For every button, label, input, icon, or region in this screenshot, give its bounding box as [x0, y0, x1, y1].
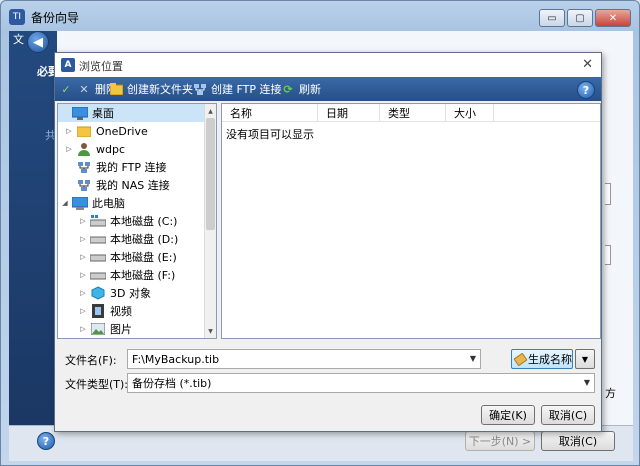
help-icon[interactable]: ?	[577, 81, 595, 99]
file-type-label: 文件类型(T):	[65, 378, 129, 391]
expand-icon[interactable]: ▷	[78, 289, 88, 297]
expand-icon[interactable]: ▷	[78, 325, 88, 333]
tree-item-wdpc[interactable]: ▷ wdpc	[58, 140, 125, 158]
wizard-cancel-button[interactable]: 取消(C)	[541, 431, 615, 451]
dialog-close-icon[interactable]: ✕	[582, 57, 593, 72]
tree-item-drive-c[interactable]: ▷ 本地磁盘 (C:)	[58, 212, 177, 230]
scroll-thumb[interactable]	[206, 118, 215, 230]
app-icon: TI	[9, 9, 25, 25]
drive-icon	[90, 214, 106, 228]
computer-icon	[72, 196, 88, 210]
tree-item-drive-d[interactable]: ▷ 本地磁盘 (D:)	[58, 230, 178, 248]
folder-icon	[109, 82, 123, 96]
refresh-button[interactable]: ⟳ 刷新	[281, 81, 321, 97]
tree-item-nas[interactable]: 我的 NAS 连接	[58, 176, 170, 194]
minimize-button[interactable]: ▭	[539, 9, 565, 27]
close-button[interactable]: ✕	[595, 9, 631, 27]
folder-icon	[76, 124, 92, 138]
app-icon: A	[61, 58, 75, 72]
network-icon	[193, 82, 207, 96]
expand-icon[interactable]: ▷	[78, 271, 88, 279]
folder-tree[interactable]: 桌面 ▷ OneDrive ▷ wdpc 我的 FTP 连接 我的 NAS 连接…	[57, 103, 217, 339]
expand-icon[interactable]: ▷	[64, 145, 74, 153]
column-name[interactable]: 名称	[222, 104, 318, 122]
ok-button[interactable]: 确定(K)	[481, 405, 535, 425]
network-icon	[76, 178, 92, 192]
scroll-up-icon[interactable]: ▲	[205, 105, 216, 117]
expand-icon[interactable]: ▷	[78, 253, 88, 261]
drive-icon	[90, 250, 106, 264]
tree-item-videos[interactable]: ▷ 视频	[58, 302, 132, 320]
delete-icon: ✕	[79, 82, 89, 96]
browse-location-dialog: A 浏览位置 ✕ ✓ ✕ 删除 创建新文件夹 创建 FTP 连接 ⟳ 刷新 ? …	[54, 52, 602, 432]
new-folder-label: 创建新文件夹	[127, 83, 193, 96]
partial-field	[605, 245, 611, 265]
drive-icon	[90, 268, 106, 282]
dropdown-arrow-icon[interactable]: ▼	[470, 354, 476, 363]
video-icon	[90, 304, 106, 318]
tree-item-pictures[interactable]: ▷ 图片	[58, 320, 132, 338]
dialog-toolbar: ✓ ✕ 删除 创建新文件夹 创建 FTP 连接 ⟳ 刷新 ?	[55, 77, 601, 101]
tree-item-drive-f[interactable]: ▷ 本地磁盘 (F:)	[58, 266, 175, 284]
maximize-button[interactable]: ▢	[567, 9, 593, 27]
empty-list-message: 没有项目可以显示	[226, 128, 314, 141]
generate-name-dropdown-icon[interactable]: ▼	[575, 349, 595, 369]
user-icon	[76, 142, 92, 156]
wizard-titlebar: TI 备份向导	[9, 5, 79, 29]
dialog-cancel-button[interactable]: 取消(C)	[541, 405, 595, 425]
tree-item-ftp[interactable]: 我的 FTP 连接	[58, 158, 166, 176]
checkmark-icon: ✓	[61, 82, 71, 96]
picture-icon	[90, 322, 106, 336]
file-name-input[interactable]: F:\MyBackup.tib ▼	[127, 349, 481, 369]
new-folder-button[interactable]: 创建新文件夹	[109, 81, 193, 97]
refresh-icon: ⟳	[283, 82, 293, 96]
desktop-icon	[72, 106, 88, 120]
tree-item-drive-e[interactable]: ▷ 本地磁盘 (E:)	[58, 248, 176, 266]
dialog-titlebar: A 浏览位置 ✕	[55, 53, 601, 77]
ftp-label: 创建 FTP 连接	[211, 83, 282, 96]
drive-icon	[90, 232, 106, 246]
expand-icon[interactable]: ▷	[78, 307, 88, 315]
scroll-down-icon[interactable]: ▼	[205, 325, 216, 337]
column-type[interactable]: 类型	[380, 104, 446, 122]
help-icon[interactable]: ?	[37, 432, 55, 450]
partial-field	[605, 183, 611, 205]
file-type-select[interactable]: 备份存档 (*.tib) ▼	[127, 373, 595, 393]
expand-icon[interactable]: ▷	[78, 235, 88, 243]
cube-icon	[90, 286, 106, 300]
refresh-label: 刷新	[299, 83, 321, 96]
generate-name-button[interactable]: 生成名称	[511, 349, 573, 369]
column-date[interactable]: 日期	[318, 104, 380, 122]
tag-icon	[513, 352, 528, 366]
collapse-icon[interactable]: ◢	[60, 199, 70, 207]
expand-icon[interactable]: ▷	[78, 217, 88, 225]
column-size[interactable]: 大小	[446, 104, 494, 122]
ftp-connection-button[interactable]: 创建 FTP 连接	[193, 81, 281, 97]
network-icon	[76, 160, 92, 174]
tree-item-desktop[interactable]: 桌面	[58, 104, 204, 122]
dropdown-arrow-icon[interactable]: ▼	[584, 378, 590, 387]
menu-partial: 文	[13, 33, 24, 46]
tree-item-this-pc[interactable]: ◢ 此电脑	[58, 194, 125, 212]
next-button[interactable]: 下一步(N) >	[465, 431, 535, 451]
tree-scrollbar[interactable]: ▲ ▼	[204, 104, 216, 338]
file-list[interactable]: 名称 日期 类型 大小 没有项目可以显示	[221, 103, 601, 339]
tree-item-3d-objects[interactable]: ▷ 3D 对象	[58, 284, 151, 302]
dialog-title: 浏览位置	[79, 60, 123, 73]
file-name-label: 文件名(F):	[65, 354, 117, 367]
expand-icon[interactable]: ▷	[64, 127, 74, 135]
right-partial-label: 方	[605, 387, 616, 400]
tree-item-onedrive[interactable]: ▷ OneDrive	[58, 122, 147, 140]
back-arrow-icon[interactable]: ◀	[27, 31, 49, 53]
list-header: 名称 日期 类型 大小	[222, 104, 600, 122]
wizard-title: 备份向导	[31, 10, 80, 25]
wizard-steps-panel	[9, 31, 57, 433]
